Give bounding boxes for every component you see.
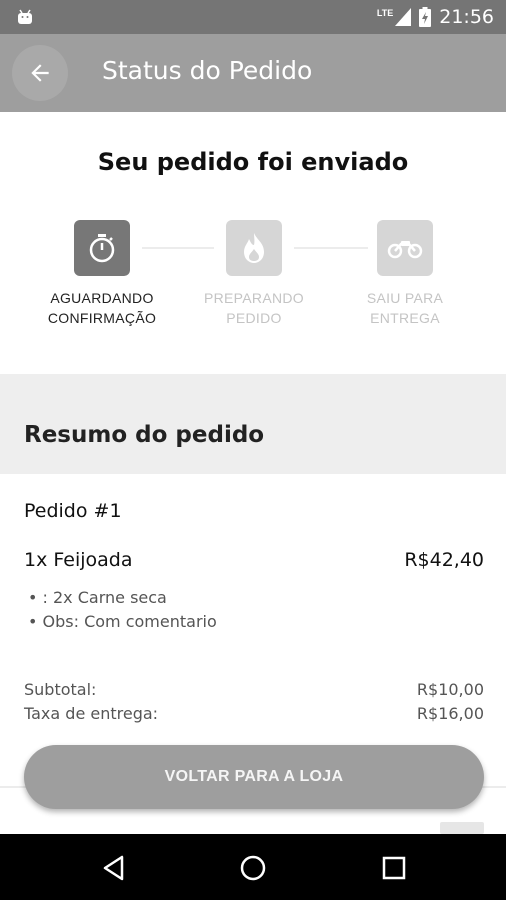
delivery-fee-row: Taxa de entrega: R$16,00 xyxy=(24,704,484,723)
item-detail: • : 2x Carne seca xyxy=(28,588,167,607)
back-to-store-button[interactable]: VOLTAR PARA A LOJA xyxy=(24,745,484,809)
step-icon-box xyxy=(377,220,433,276)
app-bar: Status do Pedido xyxy=(0,34,506,112)
network-type: LTE xyxy=(376,8,394,18)
subtotal-value: R$10,00 xyxy=(416,680,484,699)
page-title: Status do Pedido xyxy=(102,56,313,85)
item-detail: • Obs: Com comentario xyxy=(28,612,217,631)
nav-recents-button[interactable] xyxy=(374,848,414,888)
step-icon-box xyxy=(74,220,130,276)
nav-recents-icon xyxy=(382,856,406,880)
step-label: SAIU PARA ENTREGA xyxy=(366,290,444,326)
clock: 21:56 xyxy=(439,6,494,28)
item-name: 1x Feijoada xyxy=(24,549,133,571)
summary-title: Resumo do pedido xyxy=(24,422,265,448)
subtotal-row: Subtotal: R$10,00 xyxy=(24,680,484,699)
nav-home-icon xyxy=(240,855,266,881)
nav-back-button[interactable] xyxy=(94,848,134,888)
system-navigation-bar xyxy=(0,834,506,900)
delivery-fee-label: Taxa de entrega: xyxy=(24,704,159,723)
item-price: R$42,40 xyxy=(404,549,484,571)
subtotal-label: Subtotal: xyxy=(24,680,97,699)
step-out-for-delivery: SAIU PARA ENTREGA xyxy=(330,220,480,328)
step-icon-box xyxy=(226,220,282,276)
summary-header: Resumo do pedido xyxy=(0,374,506,474)
back-button[interactable] xyxy=(12,45,68,101)
step-preparing: PREPARANDO PEDIDO xyxy=(179,220,329,328)
arrow-back-icon xyxy=(31,64,49,82)
step-awaiting-confirmation: AGUARDANDO CONFIRMAÇÃO xyxy=(27,220,177,328)
step-label: PREPARANDO PEDIDO xyxy=(204,290,304,326)
signal-icon xyxy=(395,8,412,26)
order-number: Pedido #1 xyxy=(24,500,122,522)
step-label: AGUARDANDO CONFIRMAÇÃO xyxy=(47,290,157,326)
nav-back-icon xyxy=(103,855,124,881)
delivery-fee-value: R$16,00 xyxy=(416,704,484,723)
stopwatch-icon xyxy=(89,234,115,263)
motorcycle-icon xyxy=(387,241,423,259)
flame-icon xyxy=(244,233,264,263)
battery-icon xyxy=(419,7,432,27)
status-bar: LTE 21:56 xyxy=(0,0,506,34)
payment-option-toggle[interactable] xyxy=(440,822,484,834)
order-status-headline: Seu pedido foi enviado xyxy=(97,148,409,176)
android-icon xyxy=(18,9,32,24)
nav-home-button[interactable] xyxy=(233,848,273,888)
